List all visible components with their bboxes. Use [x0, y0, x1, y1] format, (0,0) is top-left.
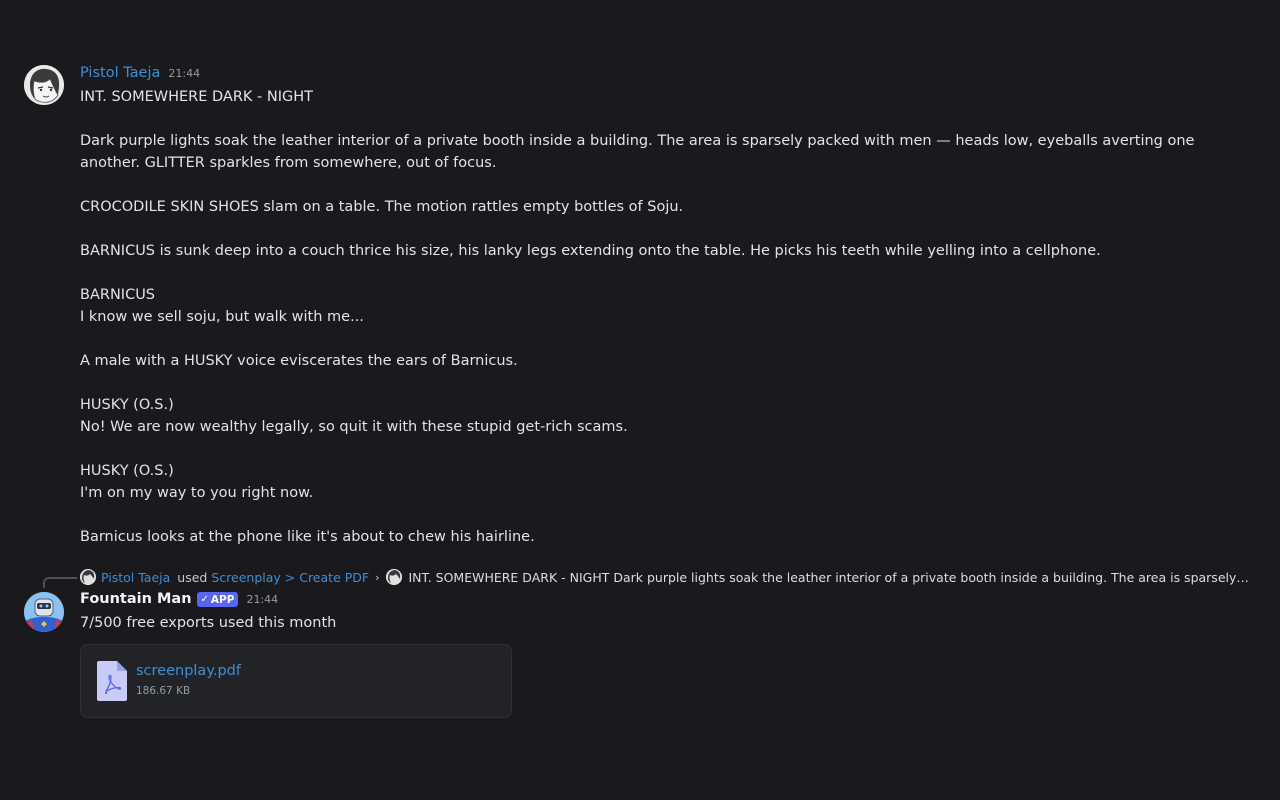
verified-check-icon: ✓ — [200, 594, 209, 605]
message-line: No! We are now wealthy legally, so quit … — [80, 419, 628, 435]
chevron-right-icon: › — [375, 570, 380, 584]
robot-superhero-icon — [24, 592, 64, 632]
message-line: Dark purple lights soak the leather inte… — [80, 133, 1195, 171]
command-reply-line: Pistol Taeja used Screenplay > Create PD… — [0, 566, 1280, 588]
timestamp: 21:44 — [246, 593, 279, 606]
manga-face-icon — [24, 65, 64, 105]
message-line: BARNICUS — [80, 287, 156, 303]
message-header: Pistol Taeja 21:44 — [80, 65, 200, 85]
message-line: Barnicus looks at the phone like it's ab… — [80, 529, 535, 545]
message-line: A male with a HUSKY voice eviscerates th… — [80, 353, 518, 369]
message-content: INT. SOMEWHERE DARK - NIGHT Dark purple l… — [80, 86, 1240, 548]
message-line: CROCODILE SKIN SHOES slam on a table. Th… — [80, 199, 684, 215]
message-line: HUSKY (O.S.) — [80, 397, 174, 413]
message-text: 7/500 free exports used this month — [80, 615, 337, 631]
mini-avatar[interactable] — [80, 569, 96, 585]
timestamp: 21:44 — [168, 67, 201, 80]
message-line: INT. SOMEWHERE DARK - NIGHT — [80, 89, 313, 105]
reply-author[interactable]: Pistol Taeja — [101, 570, 170, 585]
message-line: I'm on my way to you right now. — [80, 485, 314, 501]
avatar[interactable] — [24, 592, 64, 632]
file-attachment[interactable]: screenplay.pdf 186.67 KB — [80, 644, 512, 718]
message-content: 7/500 free exports used this month — [80, 612, 1240, 634]
avatar[interactable] — [24, 65, 64, 105]
message-line: HUSKY (O.S.) — [80, 463, 174, 479]
reply-used-label: used — [177, 569, 208, 585]
app-badge: ✓ APP — [196, 592, 239, 607]
file-size: 186.67 KB — [136, 685, 191, 697]
username[interactable]: Pistol Taeja — [80, 65, 160, 81]
mini-avatar — [385, 569, 402, 585]
message-line: I know we sell soju, but walk with me... — [80, 309, 364, 325]
reply-content[interactable]: Pistol Taeja used Screenplay > Create PD… — [80, 569, 1250, 585]
reply-command[interactable]: Screenplay > Create PDF — [211, 570, 369, 585]
app-badge-label: APP — [210, 593, 235, 606]
manga-face-icon — [385, 569, 402, 585]
pdf-file-icon — [97, 661, 127, 701]
file-name-link[interactable]: screenplay.pdf — [136, 663, 241, 679]
manga-face-icon — [80, 569, 96, 585]
chat-area: Pistol Taeja 21:44 INT. SOMEWHERE DARK -… — [0, 0, 1280, 800]
username[interactable]: Fountain Man — [80, 591, 192, 607]
message-line: BARNICUS is sunk deep into a couch thric… — [80, 243, 1101, 259]
message-header: Fountain Man ✓ APP 21:44 — [80, 591, 278, 611]
reply-spine — [43, 577, 77, 588]
reply-preview[interactable]: INT. SOMEWHERE DARK - NIGHT Dark purple … — [409, 570, 1251, 585]
